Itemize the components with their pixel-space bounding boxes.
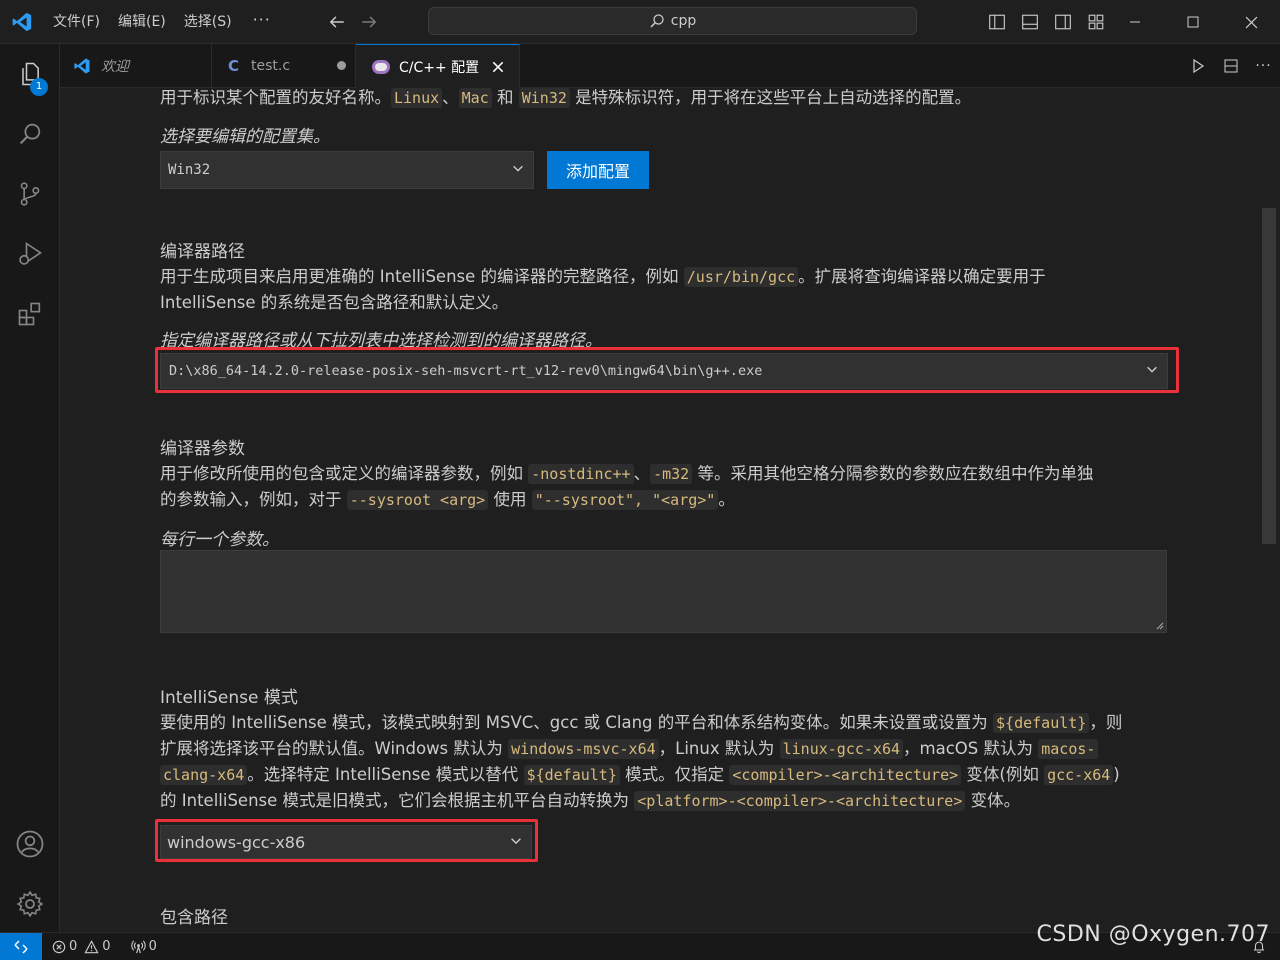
intellisense-description-2: 扩展将选择该平台的默认值。Windows 默认为 windows-msvc-x6… [160,736,1099,762]
resize-handle-icon[interactable] [1154,620,1164,630]
remote-window-icon[interactable] [0,932,42,960]
activity-bar: 1 [0,44,60,932]
compiler-args-heading: 编译器参数 [160,439,245,459]
code-sysroot-array: "--sysroot", "<arg>" [531,490,719,510]
editor-scrollbar[interactable] [1262,208,1276,544]
warning-icon [84,939,99,953]
highlight-compiler-path [155,347,1179,393]
broadcast-icon [130,940,146,954]
cpp-config-editor: 用于标识某个配置的友好名称。 Linux、 Mac 和 Win32 是特殊标识符，用… [60,88,1280,932]
back-arrow-icon[interactable] [321,0,353,44]
toggle-sidebar-icon[interactable] [980,0,1013,44]
compiler-path-description-1: 用于生成项目来启用更准确的 IntelliSense 的编译器的完整路径，例如 … [160,267,1046,287]
highlight-intellisense-mode [155,819,538,862]
menu-edit[interactable]: 编辑(E) [109,0,175,44]
accounts-icon[interactable] [0,816,60,872]
intellisense-description-4: 的 IntelliSense 模式是旧模式，它们会根据主机平台自动转换为 <pl… [160,791,1021,811]
maximize-icon[interactable] [1164,0,1222,44]
code-default: ${default} [993,713,1090,733]
command-center-search[interactable]: cpp [428,7,917,35]
menu-selection[interactable]: 选择(S) [175,0,241,44]
extensions-icon[interactable] [0,286,60,342]
toggle-panel-icon[interactable] [1013,0,1046,44]
vscode-logo-icon [74,58,90,74]
compiler-args-description-1: 用于修改所使用的包含或定义的编译器参数，例如 -nostdinc++、 -m32 … [160,464,1094,484]
tab-welcome[interactable]: 欢迎 [60,44,212,88]
code-usr-bin-gcc: /usr/bin/gcc [683,267,799,287]
tab-cpp-config-label: C/C++ 配置 [399,59,480,76]
source-control-icon[interactable] [0,166,60,222]
layout-controls [980,0,1112,44]
add-config-button[interactable]: 添加配置 [547,151,649,189]
ports-indicator[interactable]: 0 [130,939,157,954]
tab-test-c-label: test.c [251,58,291,74]
tab-actions: ··· [1181,44,1280,88]
tab-bar: 欢迎 C test.c C/C++ 配置 ··· [60,44,1280,88]
explorer-badge: 1 [30,78,48,96]
menu-file[interactable]: 文件(F) [44,0,109,44]
warning-count: 0 [102,939,111,954]
title-bar: 文件(F) 编辑(E) 选择(S) ··· cpp [0,0,1280,44]
code-sysroot-arg: --sysroot <arg> [346,490,489,510]
forward-arrow-icon[interactable] [353,0,385,44]
config-name-description: 用于标识某个配置的友好名称。 Linux、 Mac 和 Win32 是特殊标识符，用… [160,88,972,108]
code-nostdinc: -nostdinc++ [528,464,634,484]
code-platform-compiler-architecture: <platform>-<compiler>-<architecture> [634,791,966,811]
compiler-args-textarea[interactable] [160,550,1167,633]
close-tab-icon[interactable] [491,60,505,74]
close-window-icon[interactable] [1222,0,1280,44]
c-file-icon: C [228,57,240,75]
select-config-label: 选择要编辑的配置集。 [160,127,330,147]
tab-test-c[interactable]: C test.c [212,44,356,88]
code-linux: Linux [391,88,443,108]
menu-more-icon[interactable]: ··· [241,0,283,44]
intellisense-description-3: clang-x64 。选择特定 IntelliSense 模式以替代 ${defa… [160,762,1120,788]
minimize-icon[interactable] [1106,0,1164,44]
modified-dot-icon[interactable] [337,61,346,70]
run-icon[interactable] [1181,44,1214,88]
error-icon [52,940,66,953]
code-default-2: ${default} [523,765,620,785]
compiler-args-instruction: 每行一个参数。 [160,530,279,550]
tab-welcome-label: 欢迎 [101,59,129,75]
code-m32: -m32 [650,464,693,484]
compiler-path-description-2: IntelliSense 的系统是否包含路径和默认定义。 [160,293,509,312]
code-win32: Win32 [518,88,570,108]
cpp-extension-icon [372,59,390,74]
search-icon [650,14,664,28]
search-icon[interactable] [0,106,60,162]
code-windows-msvc-x64: windows-msvc-x64 [508,739,659,759]
config-select[interactable]: Win32 [160,151,534,189]
code-clang-x64: clang-x64 [160,765,248,785]
more-actions-icon[interactable]: ··· [1247,44,1280,88]
code-mac: Mac [458,88,492,108]
compiler-args-description-2: 的参数输入，例如，对于 --sysroot <arg> 使用 "--sysroo… [160,490,735,510]
intellisense-description-1: 要使用的 IntelliSense 模式，该模式映射到 MSVC、gcc 或 C… [160,713,1123,733]
code-compiler-architecture: <compiler>-<architecture> [729,765,962,785]
intellisense-mode-heading: IntelliSense 模式 [160,688,298,708]
include-path-heading: 包含路径 [160,908,228,928]
problems-indicator[interactable]: 0 0 [52,939,111,954]
code-macos: macos- [1038,739,1099,759]
ports-count: 0 [148,939,157,954]
chevron-down-icon [511,161,525,179]
run-debug-icon[interactable] [0,226,60,282]
explorer-icon[interactable]: 1 [0,46,60,102]
code-gcc-x64: gcc-x64 [1044,765,1114,785]
toggle-secondary-sidebar-icon[interactable] [1046,0,1079,44]
search-text: cpp [670,13,697,29]
tab-cpp-config[interactable]: C/C++ 配置 [356,44,520,88]
code-linux-gcc-x64: linux-gcc-x64 [779,739,904,759]
error-count: 0 [69,939,78,954]
config-select-value: Win32 [168,162,211,178]
vscode-logo-icon [0,0,44,44]
settings-gear-icon[interactable] [0,876,60,932]
compiler-path-heading: 编译器路径 [160,242,245,262]
csdn-watermark: CSDN @Oxygen.707 [1036,922,1270,947]
split-editor-icon[interactable] [1214,44,1247,88]
